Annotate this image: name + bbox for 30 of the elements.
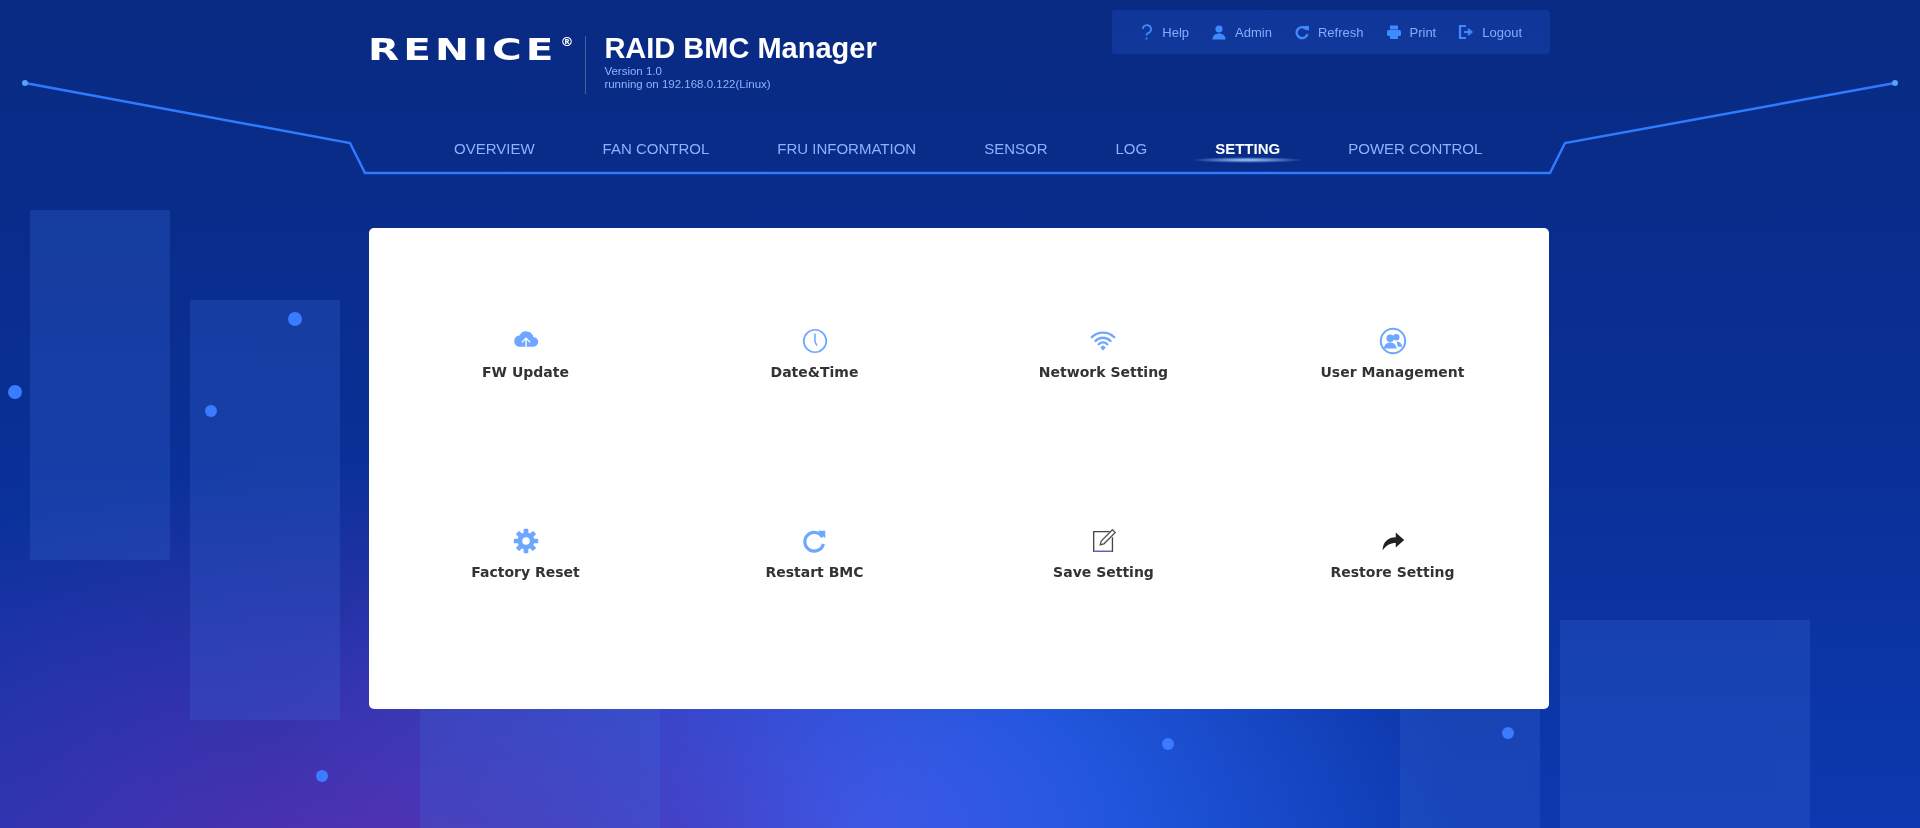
setting-button[interactable]: Restore Setting	[1330, 526, 1455, 580]
nav-tab[interactable]: SETTING	[1181, 133, 1315, 163]
version-text: Version 1.0	[604, 65, 663, 78]
toolbar-link[interactable]: Logout	[1458, 24, 1522, 40]
setting-button[interactable]: Date&Time	[770, 326, 859, 380]
setting-button[interactable]: Restart BMC	[765, 526, 864, 580]
nav-tab[interactable]: POWER CONTROL	[1314, 133, 1517, 163]
setting-button[interactable]: Factory Reset	[471, 526, 580, 580]
host-text: running on 192.168.0.122(Linux)	[604, 78, 772, 91]
app-title: RAID BMC Manager	[604, 32, 877, 65]
nav-tab[interactable]: FRU INFORMATION	[743, 133, 951, 163]
setting-button[interactable]: User Management	[1320, 326, 1465, 380]
registered-mark: ®	[560, 34, 574, 49]
nav-tab[interactable]: LOG	[1081, 133, 1182, 163]
setting-button[interactable]: Network Setting	[1038, 326, 1169, 380]
toolbar-link[interactable]: Refresh	[1293, 24, 1364, 40]
refresh-icon	[1293, 24, 1310, 40]
logo-text: RENICE	[368, 32, 558, 67]
nav-tab[interactable]: SENSOR	[950, 133, 1082, 163]
toolbar-link[interactable]: Admin	[1211, 24, 1272, 40]
user-icon	[1211, 24, 1228, 40]
printer-icon	[1385, 24, 1402, 40]
toolbar-link[interactable]: Help	[1138, 24, 1190, 40]
setting-button[interactable]: Save Setting	[1053, 526, 1154, 580]
nav-tab[interactable]: OVERVIEW	[420, 133, 569, 163]
toolbar-link[interactable]: Print	[1385, 24, 1437, 40]
users-icon	[1377, 326, 1408, 356]
setting-button[interactable]: FW Update	[482, 326, 569, 380]
nav-tab[interactable]: FAN CONTROL	[568, 133, 744, 163]
logout-icon	[1458, 24, 1475, 40]
